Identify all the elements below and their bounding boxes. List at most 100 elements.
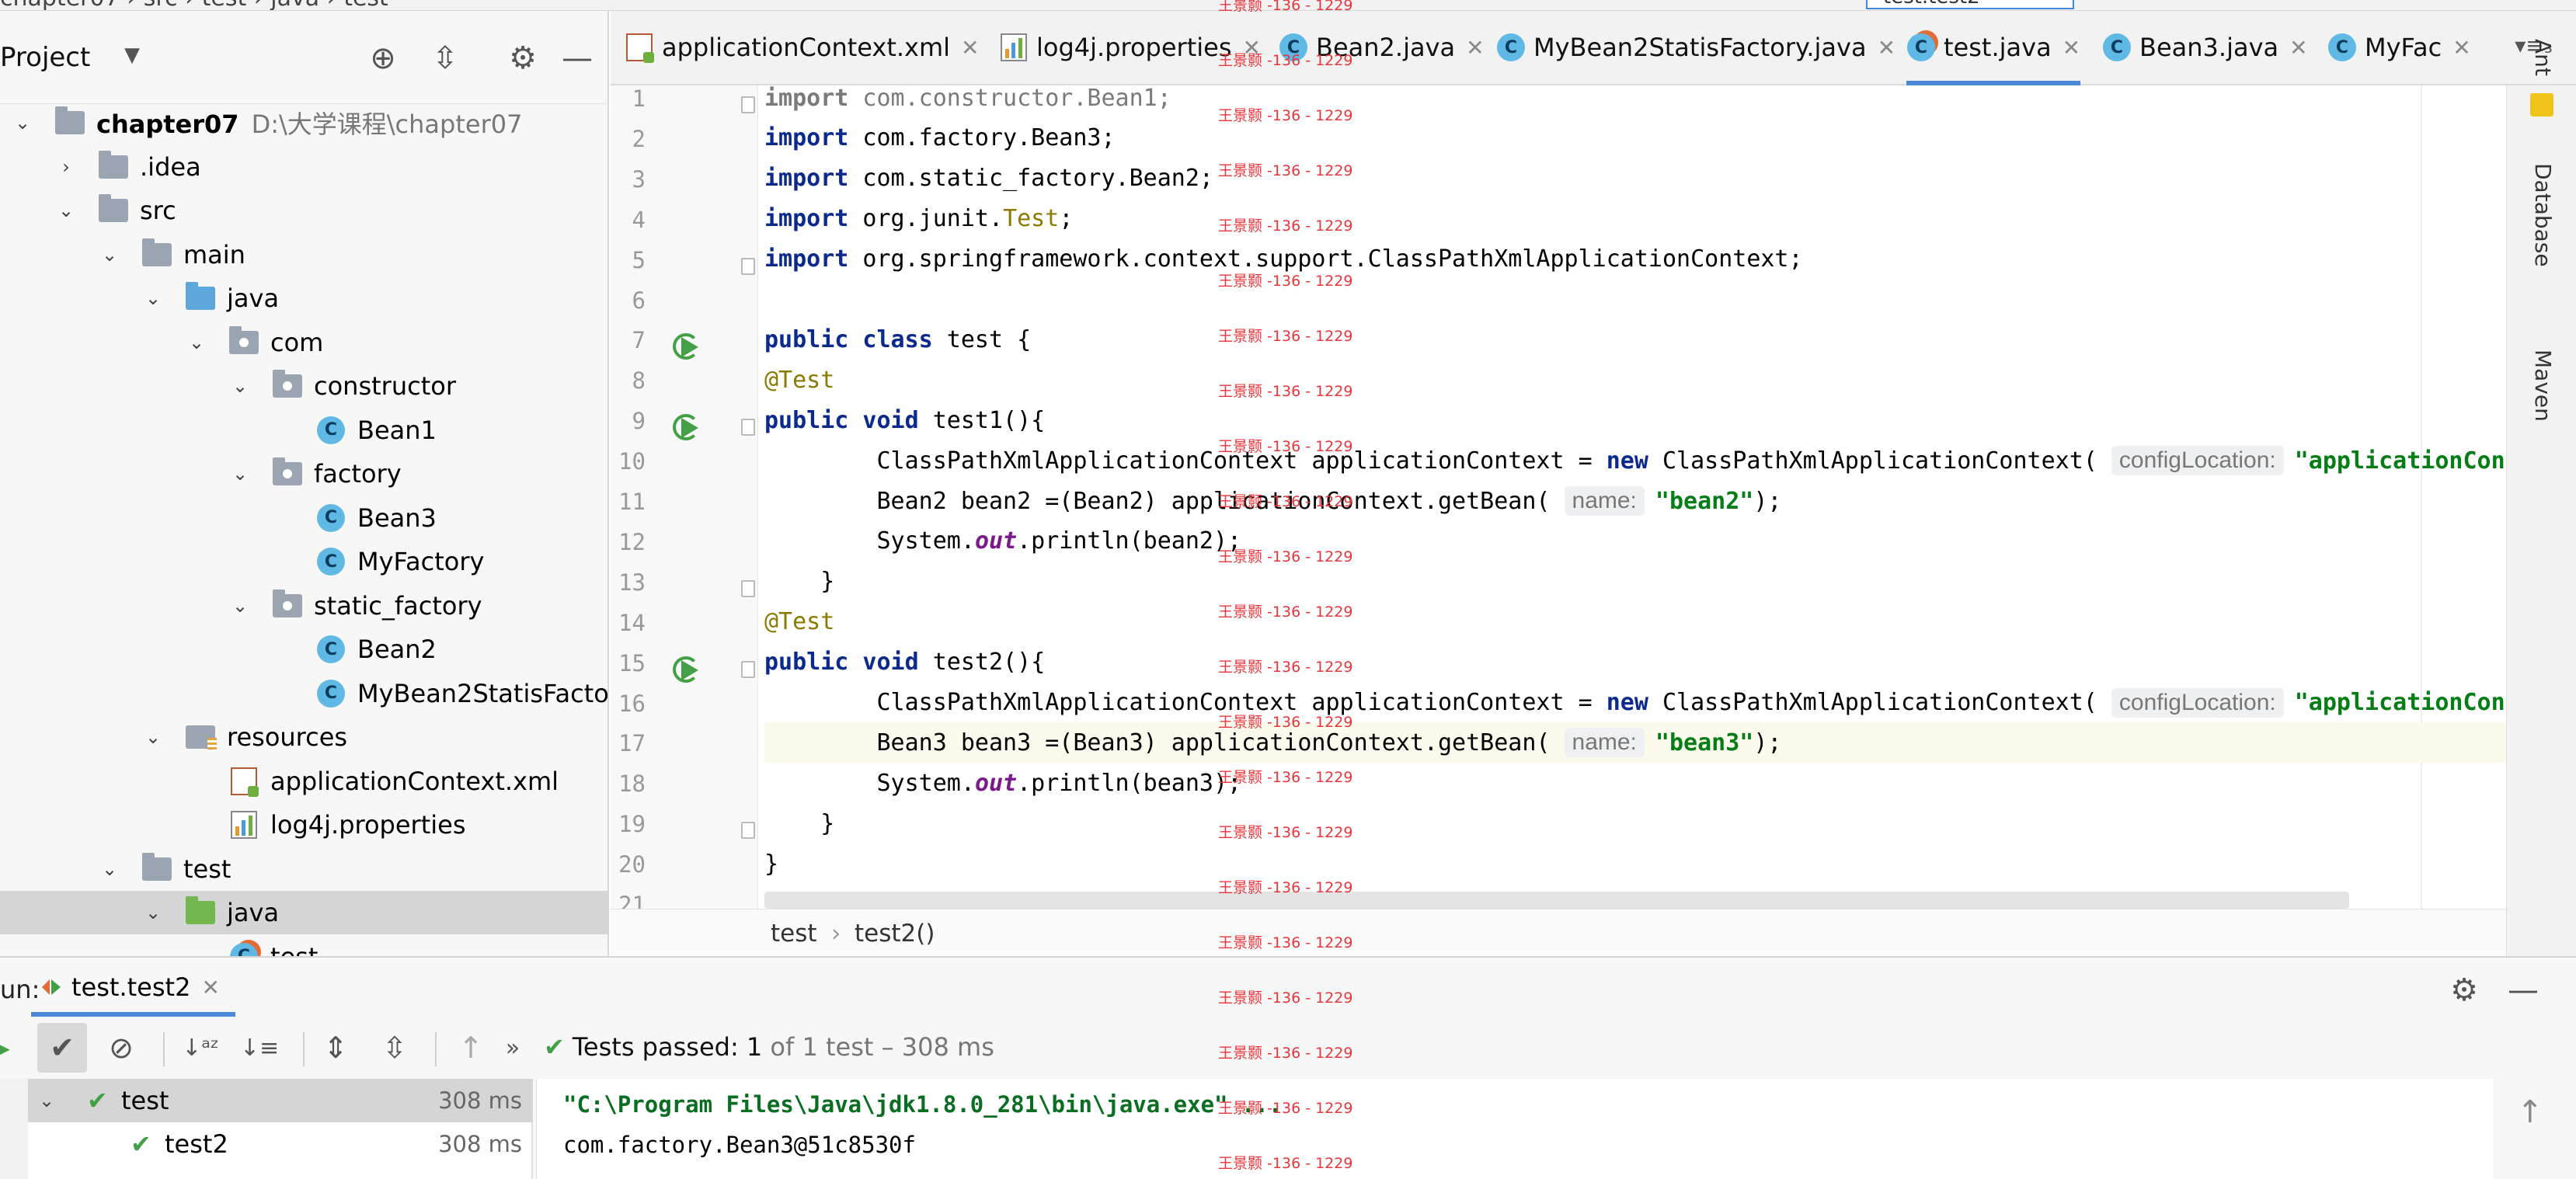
rerun-icon[interactable]: ▶ bbox=[0, 1023, 26, 1073]
gear-icon[interactable]: ⚙ bbox=[503, 39, 542, 78]
line-number[interactable]: 6 bbox=[611, 287, 646, 314]
tab-myfac[interactable]: C MyFac ✕ bbox=[2327, 11, 2471, 84]
code-line[interactable]: } bbox=[764, 843, 2506, 884]
project-tree-item[interactable]: ⌄ static_factory bbox=[0, 584, 609, 628]
line-number[interactable]: 4 bbox=[611, 207, 646, 233]
run-test-gutter-icon[interactable] bbox=[673, 414, 704, 441]
chevron-down-icon[interactable]: ⌄ bbox=[54, 199, 78, 222]
hide-panel-icon[interactable]: — bbox=[2506, 972, 2540, 1008]
chevron-down-icon[interactable]: ⌄ bbox=[228, 462, 252, 485]
line-number[interactable]: 8 bbox=[611, 367, 646, 394]
code-line[interactable]: Bean3 bean3 =(Bean3) applicationContext.… bbox=[764, 722, 2506, 763]
tab-run-test2[interactable]: test.test2 ✕ bbox=[31, 958, 235, 1017]
line-number[interactable]: 18 bbox=[611, 770, 646, 797]
code-line[interactable]: public class test { bbox=[764, 319, 2506, 360]
line-number[interactable]: 14 bbox=[611, 610, 646, 636]
fold-marker-icon[interactable] bbox=[741, 822, 755, 840]
code-line[interactable]: public void test1(){ bbox=[764, 400, 2506, 440]
line-number[interactable]: 7 bbox=[611, 327, 646, 353]
gear-icon[interactable]: ⚙ bbox=[2447, 972, 2481, 1008]
chevron-down-icon[interactable]: ▼ bbox=[124, 43, 140, 67]
project-tree-item[interactable]: C Bean3 bbox=[0, 496, 609, 540]
tab-bean2-java[interactable]: C Bean2.java ✕ bbox=[1279, 11, 1485, 84]
chevron-down-icon[interactable]: ⌄ bbox=[39, 1090, 54, 1111]
locate-target-icon[interactable]: ⊕ bbox=[364, 39, 402, 78]
line-number[interactable]: 2 bbox=[611, 126, 646, 152]
close-icon[interactable]: ✕ bbox=[1466, 35, 1484, 61]
line-number[interactable]: 11 bbox=[611, 489, 646, 515]
line-number[interactable]: 19 bbox=[611, 811, 646, 837]
chevron-down-icon[interactable]: ⌄ bbox=[141, 287, 165, 310]
code-line[interactable]: import com.static_factory.Bean2; bbox=[764, 158, 2506, 199]
line-number[interactable]: 17 bbox=[611, 730, 646, 756]
line-number[interactable]: 3 bbox=[611, 166, 646, 193]
code-line[interactable]: import org.springframework.context.suppo… bbox=[764, 239, 2506, 280]
nav-breadcrumb[interactable]: chapter07 › src › test › java › test bbox=[0, 0, 388, 10]
code-line[interactable]: import com.constructor.Bean1; bbox=[764, 85, 2506, 118]
line-number[interactable]: 13 bbox=[611, 569, 646, 596]
project-tree-item[interactable]: C MyBean2StatisFactory bbox=[0, 672, 634, 715]
project-tree-item[interactable]: ⌄ test bbox=[0, 847, 609, 891]
project-tree-item[interactable]: ⌄ java bbox=[0, 276, 609, 320]
chevron-down-icon[interactable]: ⌄ bbox=[141, 901, 165, 924]
test-row-method[interactable]: ✔ test2 308 ms bbox=[28, 1122, 533, 1166]
project-view-title[interactable]: Project bbox=[0, 42, 90, 73]
code-line[interactable]: } bbox=[764, 562, 2506, 602]
code-line[interactable]: } bbox=[764, 803, 2506, 843]
console-output[interactable]: "C:\Program Files\Java\jdk1.8.0_281\bin\… bbox=[536, 1079, 2494, 1179]
tab-applicationcontext-xml[interactable]: applicationContext.xml ✕ bbox=[625, 11, 980, 84]
close-icon[interactable]: ✕ bbox=[201, 975, 219, 1000]
code-line[interactable]: @Test bbox=[764, 602, 2506, 642]
chevron-right-icon[interactable]: › bbox=[54, 155, 78, 179]
test-row-suite[interactable]: ⌄ ✔ test 308 ms bbox=[28, 1079, 533, 1122]
code-line[interactable]: System. out .println(bean3); bbox=[764, 763, 2506, 803]
line-number[interactable]: 21 bbox=[611, 892, 646, 909]
project-tree-item[interactable]: log4j.properties bbox=[0, 803, 609, 847]
line-number[interactable]: 12 bbox=[611, 529, 646, 555]
project-tree-item[interactable]: C MyFactory bbox=[0, 540, 609, 583]
tab-log4j-properties[interactable]: log4j.properties ✕ bbox=[999, 11, 1261, 84]
fold-marker-icon[interactable] bbox=[741, 660, 755, 678]
ant-tool-button[interactable]: Ant bbox=[2530, 39, 2556, 76]
close-icon[interactable]: ✕ bbox=[961, 35, 979, 61]
scroll-up-icon[interactable]: ↑ bbox=[2517, 1094, 2543, 1130]
line-number[interactable]: 10 bbox=[611, 448, 646, 475]
breadcrumb-method[interactable]: test2() bbox=[855, 920, 935, 948]
line-number[interactable]: 9 bbox=[611, 408, 646, 434]
collapse-all-icon[interactable]: ⇳ bbox=[426, 39, 465, 78]
fold-marker-icon[interactable] bbox=[741, 257, 755, 275]
breadcrumb-class[interactable]: test bbox=[771, 920, 817, 948]
chevron-down-icon[interactable]: ⌄ bbox=[228, 594, 252, 617]
project-tree-item[interactable]: ⌄ chapter07 D:\大学课程\chapter07 bbox=[0, 101, 609, 144]
run-test-gutter-icon[interactable] bbox=[673, 656, 704, 683]
close-icon[interactable]: ✕ bbox=[2063, 35, 2080, 61]
line-number[interactable]: 16 bbox=[611, 690, 646, 717]
project-tree-item[interactable]: C Bean1 bbox=[0, 409, 609, 452]
project-tree-item[interactable]: ⌄ java bbox=[0, 891, 609, 934]
line-number[interactable]: 5 bbox=[611, 247, 646, 273]
show-passed-toggle-icon[interactable]: ✔ bbox=[37, 1023, 87, 1073]
chevron-down-icon[interactable]: ⌄ bbox=[11, 111, 34, 134]
chevron-down-icon[interactable]: ⌄ bbox=[98, 857, 121, 881]
chevron-down-icon[interactable]: ⌄ bbox=[141, 725, 165, 749]
tab-mybean2statisfactory-java[interactable]: C MyBean2StatisFactory.java ✕ bbox=[1496, 11, 1895, 84]
project-tree-item[interactable]: ⌄ resources bbox=[0, 715, 609, 759]
fold-marker-icon[interactable] bbox=[741, 419, 755, 436]
project-tree-item[interactable]: ⌄ com bbox=[0, 321, 609, 364]
horizontal-scrollbar[interactable] bbox=[764, 892, 2349, 909]
run-configuration-selector[interactable]: test.test2 bbox=[1866, 0, 2074, 9]
project-tree-item[interactable]: ⌄ constructor bbox=[0, 364, 609, 408]
code-line[interactable] bbox=[764, 280, 2506, 320]
project-tree-item[interactable]: › .idea bbox=[0, 145, 609, 189]
project-tree-item[interactable]: applicationContext.xml bbox=[0, 760, 609, 803]
close-icon[interactable]: ✕ bbox=[1878, 35, 1895, 61]
chevron-down-icon[interactable]: ⌄ bbox=[185, 331, 208, 354]
expand-all-icon[interactable]: ⇕ bbox=[311, 1023, 360, 1073]
code-line[interactable]: System. out .println(bean2); bbox=[764, 521, 2506, 562]
warning-icon[interactable] bbox=[2530, 93, 2553, 117]
code-line[interactable]: import org.junit. Test; bbox=[764, 199, 2506, 239]
line-number[interactable]: 20 bbox=[611, 851, 646, 878]
database-tool-button[interactable]: Database bbox=[2530, 163, 2556, 267]
code-line[interactable]: Bean2 bean2 =(Bean2) applicationContext.… bbox=[764, 481, 2506, 521]
sort-by-duration-icon[interactable]: ↓≡ bbox=[235, 1023, 284, 1073]
